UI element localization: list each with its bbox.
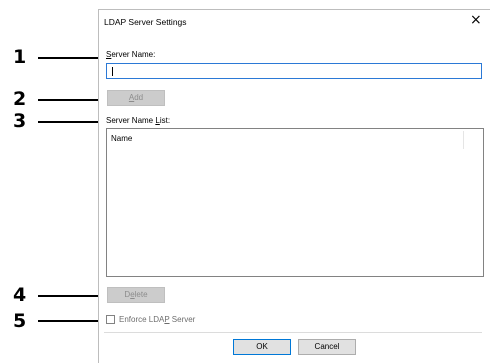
callout-number-3: 3 (13, 110, 27, 132)
ok-button[interactable]: OK (233, 339, 291, 355)
column-header-name[interactable]: Name (111, 134, 132, 143)
close-icon[interactable]: × (470, 13, 482, 27)
server-name-label-text: erver Name: (111, 50, 156, 59)
enforce-label-pre: Enforce LDA (119, 315, 165, 324)
delete-button[interactable]: Delete (107, 287, 165, 303)
server-name-list[interactable]: Name (106, 128, 484, 277)
footer-divider (104, 332, 482, 333)
enforce-label-post: Server (169, 315, 196, 324)
enforce-ldap-label: Enforce LDAP Server (119, 315, 195, 324)
delete-label-post: lete (134, 290, 148, 299)
server-name-label: Server Name: (106, 50, 155, 59)
text-caret (112, 67, 113, 76)
enforce-ldap-checkbox[interactable] (106, 315, 115, 324)
server-list-label-pre: Server Name (106, 116, 156, 125)
callout-line-4 (38, 295, 107, 297)
server-name-input[interactable] (106, 63, 482, 79)
callout-number-4: 4 (13, 284, 27, 306)
add-button[interactable]: Add (107, 90, 165, 106)
server-list-label-post: ist: (159, 116, 171, 125)
dialog-title: LDAP Server Settings (104, 17, 187, 27)
server-name-list-label: Server Name List: (106, 116, 170, 125)
callout-line-3 (38, 121, 105, 123)
callout-line-1 (38, 57, 105, 59)
cancel-button[interactable]: Cancel (298, 339, 356, 355)
callout-number-2: 2 (13, 88, 27, 110)
callout-line-2 (38, 99, 107, 101)
callout-number-1: 1 (13, 46, 27, 68)
callout-number-5: 5 (13, 310, 27, 332)
add-label: dd (134, 93, 144, 102)
callout-line-5 (38, 320, 105, 322)
column-separator[interactable] (463, 131, 464, 149)
